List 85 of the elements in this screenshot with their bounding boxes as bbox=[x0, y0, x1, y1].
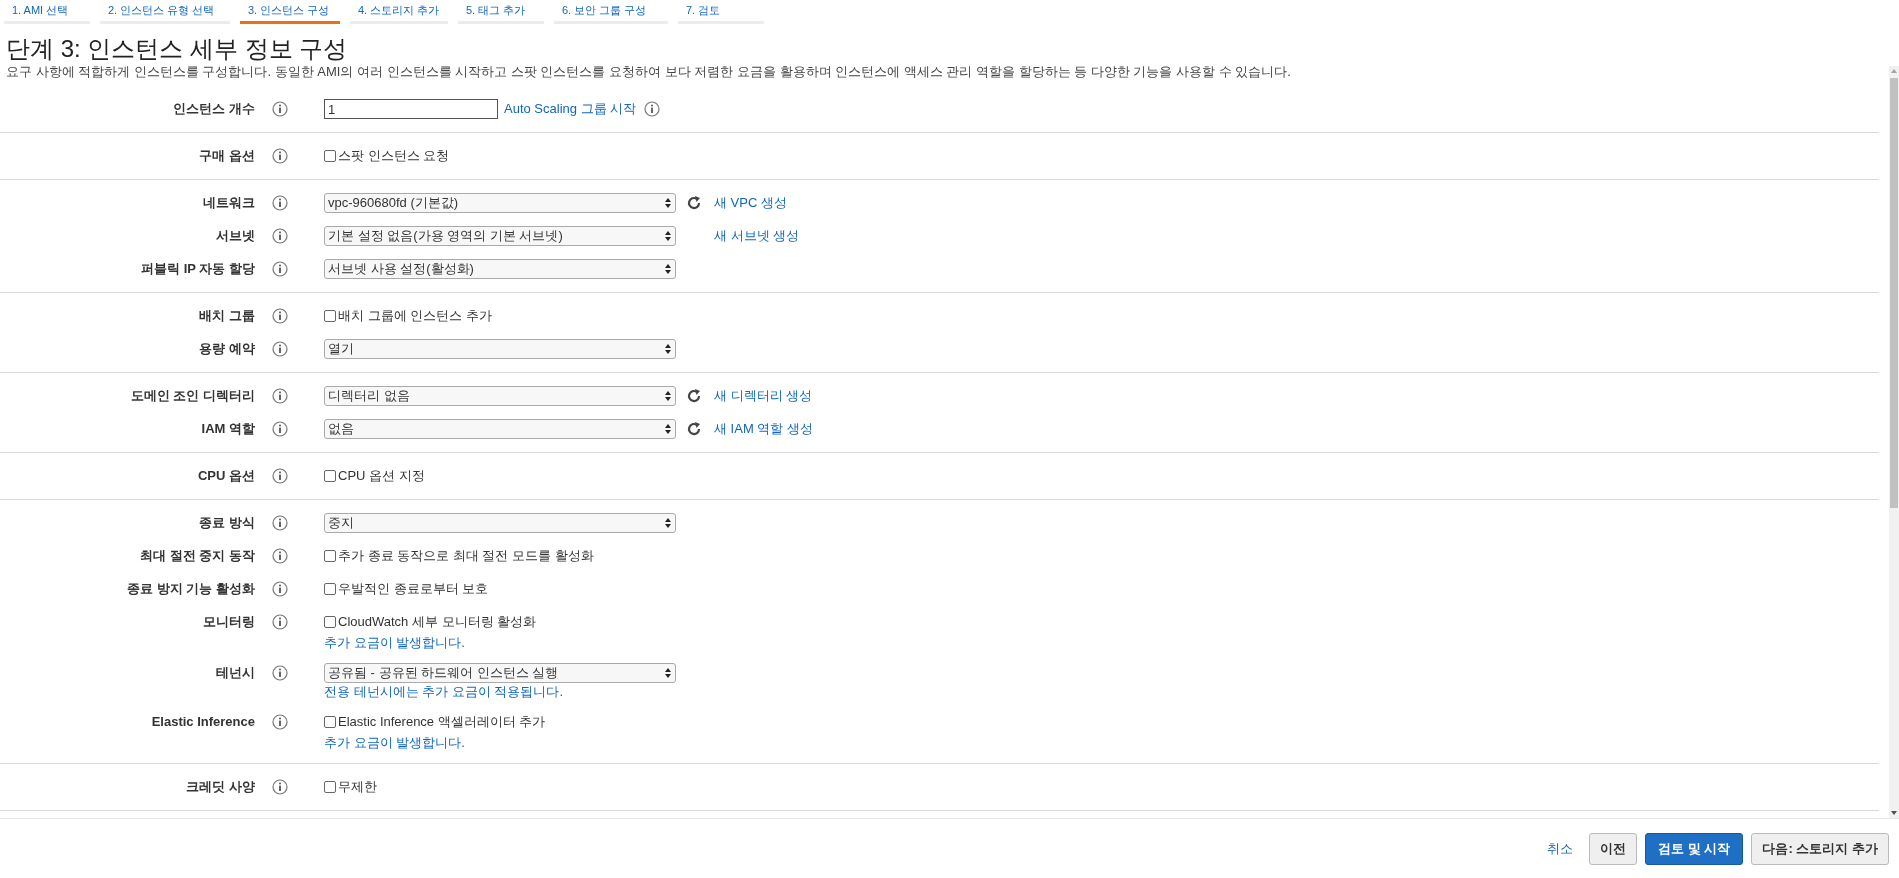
field-label: 종료 방지 기능 활성화 bbox=[126, 580, 255, 598]
info-icon[interactable] bbox=[272, 515, 288, 531]
charge-note-link[interactable]: 추가 요금이 발생합니다. bbox=[324, 634, 676, 652]
info-icon[interactable] bbox=[272, 548, 288, 564]
field-label: 크레딧 사양 bbox=[185, 778, 255, 796]
info-icon[interactable] bbox=[272, 341, 288, 357]
info-icon[interactable] bbox=[272, 261, 288, 277]
charge-note-link[interactable]: 전용 테넌시에는 추가 요금이 적용됩니다. bbox=[324, 683, 676, 701]
dropdown-arrows-icon bbox=[664, 517, 672, 529]
info-icon[interactable] bbox=[272, 101, 288, 117]
checkbox-option[interactable]: CloudWatch 세부 모니터링 활성화 bbox=[324, 610, 676, 634]
step-tab[interactable]: 1. AMI 선택 bbox=[4, 0, 90, 24]
select-field[interactable]: 기본 설정 없음(가용 영역의 기본 서브넷) bbox=[324, 226, 676, 246]
field-label: Elastic Inference bbox=[150, 713, 255, 731]
review-launch-button[interactable]: 검토 및 시작 bbox=[1645, 832, 1744, 865]
refresh-icon[interactable] bbox=[686, 421, 702, 437]
dropdown-arrows-icon bbox=[664, 390, 672, 402]
charge-note-link[interactable]: 추가 요금이 발생합니다. bbox=[324, 734, 676, 752]
create-link[interactable]: 새 VPC 생성 bbox=[714, 193, 787, 213]
select-field[interactable]: 열기 bbox=[324, 339, 676, 359]
field-label: 인스턴스 개수 bbox=[172, 100, 255, 118]
select-field[interactable]: 공유됨 - 공유된 하드웨어 인스턴스 실행 bbox=[324, 663, 676, 683]
cancel-link[interactable]: 취소 bbox=[1547, 838, 1574, 859]
field-label: 네트워크 bbox=[202, 194, 255, 212]
info-icon[interactable] bbox=[272, 195, 288, 211]
field-label: 서브넷 bbox=[215, 227, 255, 245]
create-link[interactable]: 새 디렉터리 생성 bbox=[714, 386, 813, 406]
info-icon[interactable] bbox=[272, 148, 288, 164]
scrollbar[interactable] bbox=[1889, 66, 1899, 818]
info-icon[interactable] bbox=[272, 421, 288, 437]
info-icon[interactable] bbox=[272, 779, 288, 795]
step-tab[interactable]: 4. 스토리지 추가 bbox=[350, 0, 448, 24]
dropdown-arrows-icon bbox=[664, 667, 672, 679]
info-icon[interactable] bbox=[272, 581, 288, 597]
info-icon[interactable] bbox=[272, 228, 288, 244]
checkbox-option[interactable]: 스팟 인스턴스 요청 bbox=[324, 144, 676, 168]
field-label: 모니터링 bbox=[202, 613, 255, 631]
info-icon[interactable] bbox=[272, 308, 288, 324]
checkbox-option[interactable]: Elastic Inference 액셀러레이터 추가 bbox=[324, 710, 676, 734]
field-label: 퍼블릭 IP 자동 할당 bbox=[140, 260, 255, 278]
dropdown-arrows-icon bbox=[664, 343, 672, 355]
page-description: 요구 사항에 적합하게 인스턴스를 구성합니다. 동일한 AMI의 여러 인스턴스를 시작하고 스팟 인스턴스를 요청하여 보다 저렴한 요금을 활용하며 인스턴스에 액세스 관리 역할을 할당하는 등 다양한 기능을 사용할 수 있습니다. bbox=[5, 64, 1292, 80]
checkbox-option[interactable]: 추가 종료 동작으로 최대 절전 모드를 활성화 bbox=[324, 544, 676, 568]
refresh-icon[interactable] bbox=[686, 195, 702, 211]
create-link[interactable]: 새 IAM 역할 생성 bbox=[714, 419, 813, 439]
field-label: 도메인 조인 디렉터리 bbox=[129, 387, 255, 405]
dropdown-arrows-icon bbox=[664, 230, 672, 242]
field-label: IAM 역할 bbox=[200, 420, 255, 438]
field-label: 용량 예약 bbox=[198, 340, 255, 358]
info-icon[interactable] bbox=[272, 714, 288, 730]
info-icon[interactable] bbox=[644, 101, 661, 117]
field-label: 구매 옵션 bbox=[198, 147, 255, 165]
select-field[interactable]: 없음 bbox=[324, 419, 676, 439]
select-field[interactable]: vpc-960680fd (기본값) bbox=[324, 193, 676, 213]
info-icon[interactable] bbox=[272, 388, 288, 404]
field-label: 종료 방식 bbox=[198, 514, 255, 532]
step-tab[interactable]: 2. 인스턴스 유형 선택 bbox=[100, 0, 230, 24]
dropdown-arrows-icon bbox=[664, 263, 672, 275]
step-tab[interactable]: 6. 보안 그룹 구성 bbox=[554, 0, 668, 24]
checkbox-option[interactable]: 무제한 bbox=[324, 775, 676, 799]
count-input[interactable]: 1 bbox=[324, 99, 498, 119]
select-field[interactable]: 디렉터리 없음 bbox=[324, 386, 676, 406]
step-tab[interactable]: 7. 검토 bbox=[678, 0, 764, 24]
dropdown-arrows-icon bbox=[664, 423, 672, 435]
info-icon[interactable] bbox=[272, 614, 288, 630]
wizard-button[interactable]: 이전 bbox=[1589, 832, 1638, 865]
checkbox-option[interactable]: CPU 옵션 지정 bbox=[324, 464, 676, 488]
select-field[interactable]: 중지 bbox=[324, 513, 676, 533]
field-label: 최대 절전 중지 동작 bbox=[139, 547, 255, 565]
wizard-button[interactable]: 다음: 스토리지 추가 bbox=[1751, 832, 1889, 865]
field-label: 배치 그룹 bbox=[198, 307, 255, 325]
create-link[interactable]: 새 서브넷 생성 bbox=[714, 226, 800, 246]
step-tab[interactable]: 3. 인스턴스 구성 bbox=[240, 0, 340, 24]
select-field[interactable]: 서브넷 사용 설정(활성화) bbox=[324, 259, 676, 279]
field-label: CPU 옵션 bbox=[196, 467, 255, 485]
checkbox-option[interactable]: 배치 그룹에 인스턴스 추가 bbox=[324, 304, 676, 328]
dropdown-arrows-icon bbox=[664, 197, 672, 209]
step-tab[interactable]: 5. 태그 추가 bbox=[458, 0, 544, 24]
info-icon[interactable] bbox=[272, 468, 288, 484]
info-icon[interactable] bbox=[272, 665, 288, 681]
page-title: 단계 3: 인스턴스 세부 정보 구성 bbox=[5, 34, 349, 64]
field-label: 테넌시 bbox=[215, 664, 255, 682]
checkbox-option[interactable]: 우발적인 종료로부터 보호 bbox=[324, 577, 676, 601]
refresh-icon[interactable] bbox=[686, 388, 702, 404]
auto-scaling-link[interactable]: Auto Scaling 그룹 시작 bbox=[504, 99, 637, 119]
